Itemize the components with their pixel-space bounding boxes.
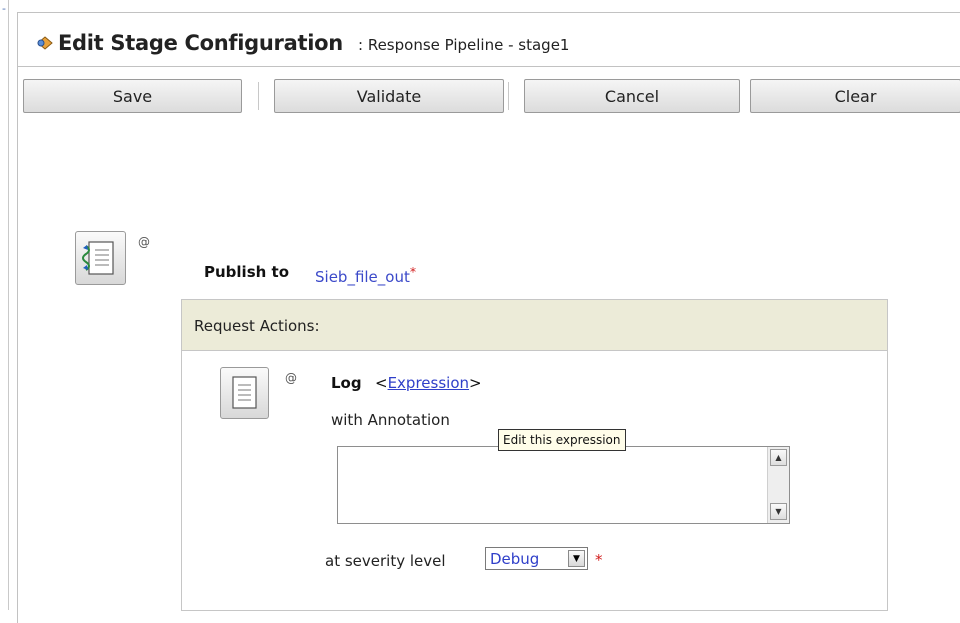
- page-title: Edit Stage Configuration: [58, 31, 343, 55]
- log-expression: <Expression>: [375, 374, 482, 392]
- publish-at-marker[interactable]: @: [138, 235, 150, 249]
- cancel-button[interactable]: Cancel: [524, 79, 740, 113]
- log-action-label: Log: [331, 374, 362, 392]
- request-actions-header: Request Actions:: [182, 300, 887, 351]
- toolbar: Save Validate Cancel Clear: [18, 74, 960, 120]
- request-actions-body: @ Log <Expression> with Annotation ▲ ▼ E…: [182, 350, 887, 612]
- log-action-icon[interactable]: [220, 367, 269, 419]
- title-bar: Edit Stage Configuration : Response Pipe…: [18, 13, 960, 67]
- save-button[interactable]: Save: [23, 79, 242, 113]
- frame-marker: -: [2, 2, 6, 15]
- document-icon: [232, 376, 257, 409]
- severity-label: at severity level: [325, 552, 446, 570]
- severity-select[interactable]: Debug ▼: [485, 547, 588, 570]
- clear-button[interactable]: Clear: [750, 79, 960, 113]
- annotation-label: with Annotation: [331, 411, 450, 429]
- publish-target-link[interactable]: Sieb_file_out*: [315, 264, 416, 286]
- expression-link[interactable]: Expression: [388, 374, 469, 392]
- validate-button[interactable]: Validate: [274, 79, 504, 113]
- toolbar-separator: [258, 82, 259, 110]
- expr-open-bracket: <: [375, 374, 388, 392]
- scroll-down-icon[interactable]: ▼: [770, 503, 787, 520]
- publish-label: Publish to: [204, 263, 289, 281]
- expression-tooltip: Edit this expression: [498, 429, 626, 451]
- publish-target-text[interactable]: Sieb_file_out: [315, 268, 410, 286]
- severity-value[interactable]: Debug: [490, 550, 539, 568]
- request-actions-title: Request Actions:: [194, 317, 320, 335]
- toolbar-separator: [508, 82, 509, 110]
- scroll-up-icon[interactable]: ▲: [770, 449, 787, 466]
- annotation-textarea[interactable]: [338, 447, 766, 523]
- annotation-scrollbar[interactable]: ▲ ▼: [767, 447, 789, 523]
- chevron-down-icon[interactable]: ▼: [568, 550, 585, 567]
- publish-action-icon[interactable]: [75, 231, 126, 285]
- expr-close-bracket: >: [469, 374, 482, 392]
- annotation-field[interactable]: ▲ ▼: [337, 446, 790, 524]
- request-actions-box: Request Actions: @ Log <Expression> with…: [181, 299, 888, 611]
- log-at-marker[interactable]: @: [285, 371, 297, 385]
- page-subtitle: : Response Pipeline - stage1: [358, 36, 570, 54]
- required-indicator: *: [409, 264, 417, 279]
- pipeline-stage-icon: [37, 36, 53, 50]
- severity-required-indicator: *: [595, 551, 603, 569]
- left-frame-edge: -: [0, 0, 9, 610]
- edit-stage-panel: Edit Stage Configuration : Response Pipe…: [17, 12, 960, 623]
- document-route-icon: [82, 241, 114, 275]
